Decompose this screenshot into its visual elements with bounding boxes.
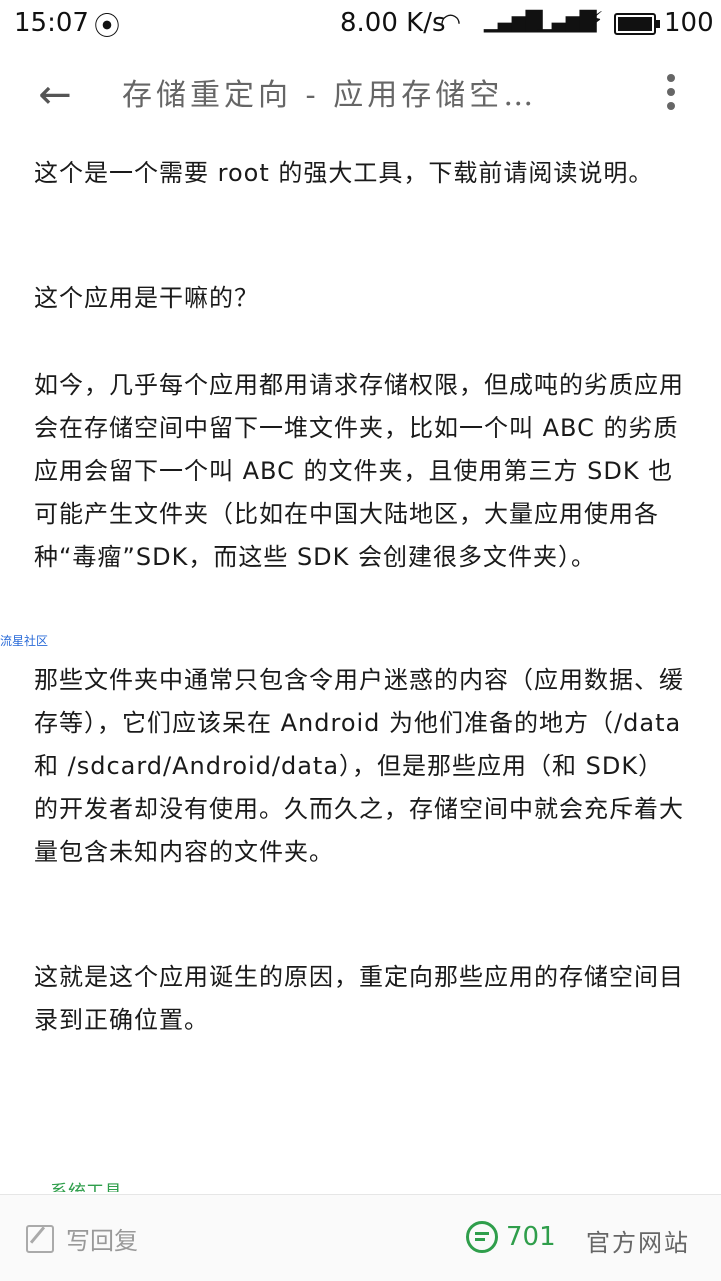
signal-icon: ▁▃▅▇ (538, 8, 597, 33)
back-arrow-icon[interactable]: ← (30, 70, 80, 120)
page-title: 存储重定向 - 应用存储空… (122, 78, 538, 113)
status-time: 15:07 (14, 8, 89, 38)
write-reply-button[interactable]: 写回复 (26, 1221, 138, 1256)
charging-bolt-icon: ⚡ (588, 8, 604, 33)
status-bar: 15:07 ⦿ 8.00 K/s ◠ ▁▃▅▇ ▁▃▅▇ ⚡ 100 (0, 0, 721, 48)
paragraph-purpose: 这就是这个应用诞生的原因，重定向那些应用的存储空间目录到正确位置。 (34, 963, 684, 1034)
comments-button[interactable]: 701 (466, 1221, 556, 1253)
paragraph-problem: 如今，几乎每个应用都用请求存储权限，但成吨的劣质应用会在存储空间中留下一堆文件夹… (34, 371, 684, 571)
section-heading: 这个应用是干嘛的？ (34, 284, 259, 312)
signal-4g-icon: ▁▃▅▇ (484, 8, 543, 33)
edit-icon (26, 1224, 54, 1253)
wifi-icon: ◠ (440, 8, 461, 36)
app-bar: ← 存储重定向 - 应用存储空… (0, 48, 721, 148)
bottom-action-bar: 写回复 701 官方网站 (0, 1194, 721, 1281)
write-reply-label: 写回复 (66, 1227, 138, 1255)
paragraph-intro: 这个是一个需要 root 的强大工具，下载前请阅读说明。 (34, 159, 654, 187)
article-content: 这个是一个需要 root 的强大工具，下载前请阅读说明。 这个应用是干嘛的？ 如… (34, 152, 684, 1042)
more-options-icon[interactable] (656, 74, 686, 118)
official-website-button[interactable]: 官方网站 (586, 1223, 690, 1258)
paragraph-explanation: 那些文件夹中通常只包含令用户迷惑的内容（应用数据、缓存等），它们应该呆在 And… (34, 666, 684, 866)
carrier-logo-icon: ⦿ (94, 12, 121, 42)
network-speed: 8.00 K/s (340, 8, 446, 38)
battery-level: 100 (664, 8, 714, 38)
watermark-label: 流星社区 (0, 634, 49, 648)
comment-count: 701 (506, 1222, 556, 1252)
comment-icon (466, 1221, 498, 1253)
battery-icon (614, 13, 660, 35)
category-tag[interactable]: 系统工具 (50, 1178, 122, 1192)
